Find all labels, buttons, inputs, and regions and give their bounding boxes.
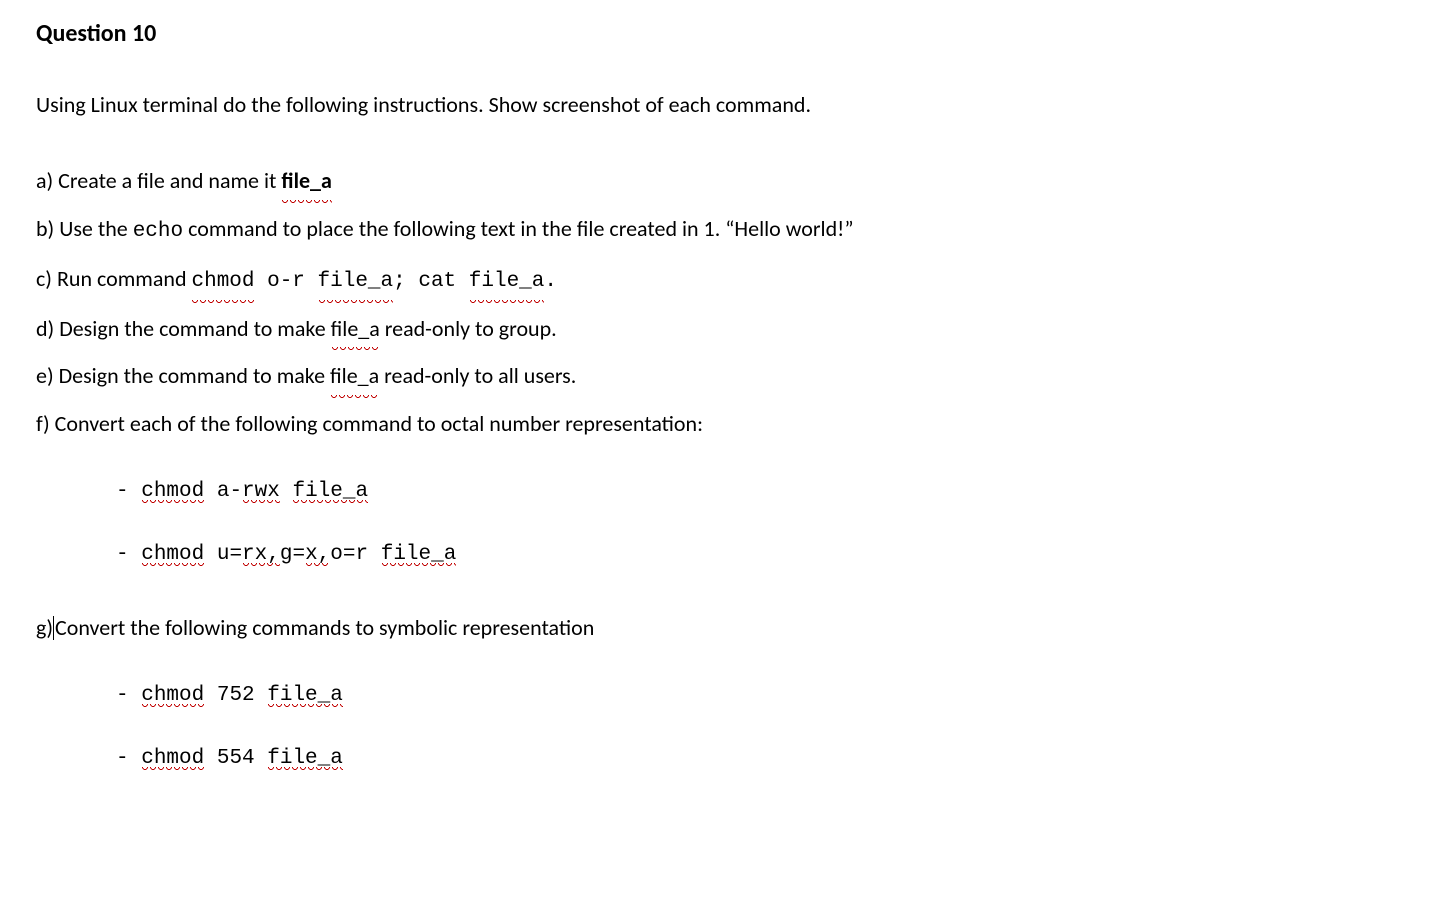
item-f-sub1-rwx: rwx (242, 481, 280, 502)
item-c-c4: ; cat (393, 270, 469, 293)
item-f-sub2-x: x, (305, 544, 330, 565)
item-g-sub1: - chmod 752 file_a (116, 685, 1414, 706)
item-c-chmod: chmod (191, 262, 254, 302)
question-heading: Question 10 (36, 22, 1414, 46)
item-f-sub1-chmod: chmod (141, 481, 204, 502)
item-b: b) Use the echo command to place the fol… (36, 208, 1414, 252)
item-g-sub2: - chmod 554 file_a (116, 748, 1414, 769)
document-page: Question 10 Using Linux terminal do the … (0, 0, 1450, 833)
item-d-p2: read-only to group. (380, 315, 557, 342)
item-g-sub2-c2: 554 (204, 747, 267, 770)
item-g-text: Convert the following commands to symbol… (55, 614, 594, 641)
item-f-sub1-dash: - (116, 480, 141, 503)
item-d-file: file_a (331, 308, 380, 350)
item-b-echo: echo (133, 220, 183, 243)
item-d-p1: d) Design the command to make (36, 315, 331, 342)
item-d: d) Design the command to make file_a rea… (36, 308, 1414, 350)
item-f-sub2-chmod: chmod (141, 544, 204, 565)
item-b-p2: command to place the following text in t… (183, 215, 853, 242)
item-f-sub2-dash: - (116, 543, 141, 566)
item-a-file: file_a (281, 160, 332, 202)
item-f: f) Convert each of the following command… (36, 403, 1414, 445)
item-f-sub2-c6: o=r (330, 543, 380, 566)
item-g-label: g) (36, 614, 53, 641)
item-g-sub1-chmod: chmod (141, 685, 204, 706)
item-e-p2: read-only to all users. (379, 362, 576, 389)
item-f-sub2-c2: u= (204, 543, 242, 566)
item-e: e) Design the command to make file_a rea… (36, 355, 1414, 397)
item-f-sub1-c2: a- (204, 480, 242, 503)
item-f-sub1-c4 (280, 480, 293, 503)
item-c-c2: o-r (255, 270, 318, 293)
item-a: a) Create a file and name it file_a (36, 160, 1414, 202)
item-b-p1: b) Use the (36, 215, 133, 242)
text-cursor (53, 616, 54, 640)
item-g-sub1-file: file_a (267, 685, 343, 706)
item-g-sub1-c2: 752 (204, 684, 267, 707)
item-f-sub2-file: file_a (381, 544, 457, 565)
item-f-text: f) Convert each of the following command… (36, 410, 703, 437)
item-c-p1: c) Run command (36, 265, 191, 292)
item-g-sub2-chmod: chmod (141, 748, 204, 769)
item-g-sub2-dash: - (116, 747, 141, 770)
item-f-sub2-c4: g= (280, 543, 305, 566)
item-c-c6: . (544, 270, 557, 293)
item-f-sublist: - chmod a-rwx file_a - chmod u=rx,g=x,o=… (116, 481, 1414, 565)
item-f-sub1-file: file_a (292, 481, 368, 502)
item-c-file2: file_a (469, 262, 545, 302)
item-f-sub2-rx: rx, (242, 544, 280, 565)
item-f-sub1: - chmod a-rwx file_a (116, 481, 1414, 502)
item-f-sub2: - chmod u=rx,g=x,o=r file_a (116, 544, 1414, 565)
item-g-sub1-dash: - (116, 684, 141, 707)
intro-text: Using Linux terminal do the following in… (36, 94, 1414, 116)
item-g-sub2-file: file_a (267, 748, 343, 769)
item-e-file: file_a (330, 355, 379, 397)
item-e-p1: e) Design the command to make (36, 362, 330, 389)
item-g: g)Convert the following commands to symb… (36, 607, 1414, 649)
item-a-prefix: a) Create a file and name it (36, 167, 281, 194)
item-g-sublist: - chmod 752 file_a - chmod 554 file_a (116, 685, 1414, 769)
item-c-file1: file_a (318, 262, 394, 302)
item-c: c) Run command chmod o-r file_a; cat fil… (36, 258, 1414, 302)
